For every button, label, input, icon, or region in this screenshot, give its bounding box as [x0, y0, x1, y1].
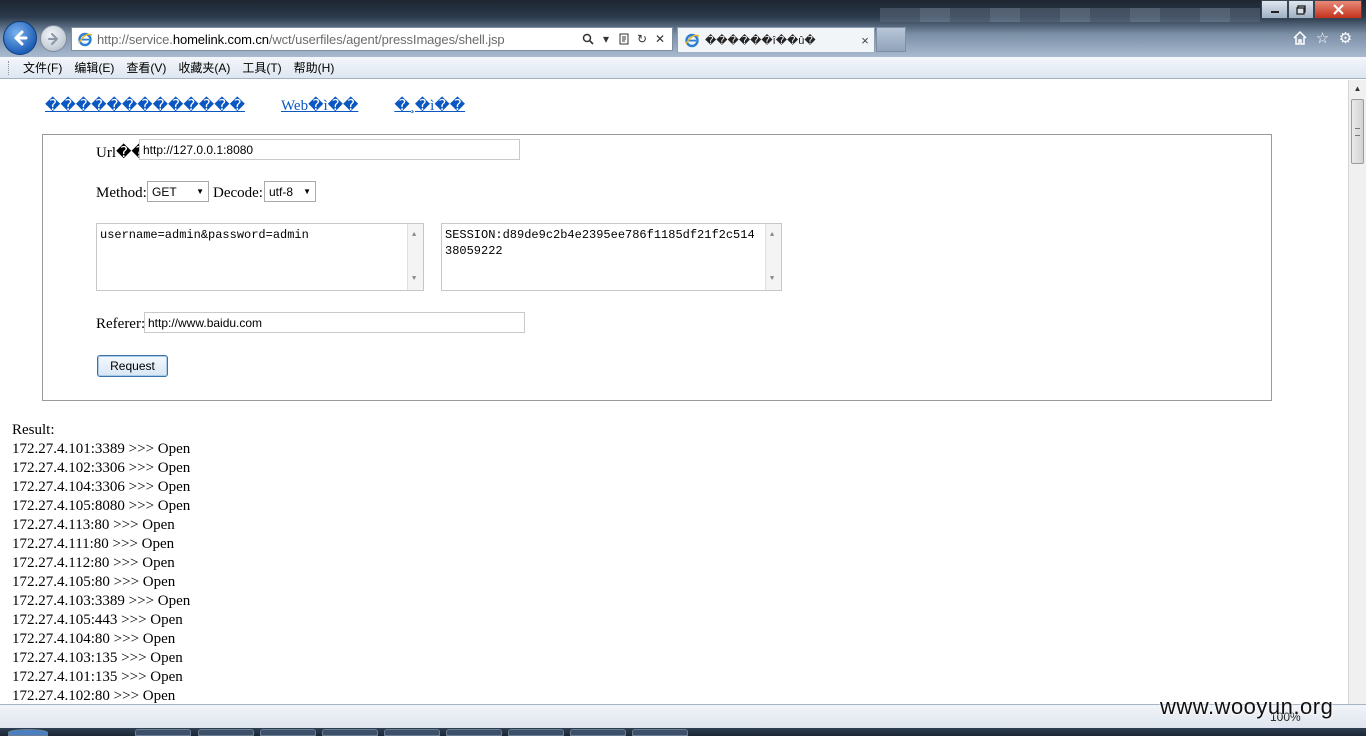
back-arrow-icon [14, 30, 28, 46]
link-1[interactable]: ������������� [45, 96, 245, 115]
decode-value: utf-8 [269, 184, 294, 199]
restore-icon [1296, 4, 1306, 15]
home-icon[interactable] [1291, 29, 1308, 46]
menu-help[interactable]: 帮助(H) [288, 59, 341, 76]
post-data-textarea[interactable]: username=admin&password=admin ▲ ▼ [96, 223, 424, 291]
page-viewport: ������������� Web�ì�� �¸�ì�� Url�� http:… [0, 80, 1348, 704]
request-form: Url�� http://127.0.0.1:8080 Method: GET … [42, 134, 1272, 401]
url-host: homelink.com.cn [172, 31, 269, 47]
dropdown-arrow-icon[interactable]: ▾ [600, 32, 612, 46]
taskbar [0, 728, 1366, 736]
menu-bar: 文件(F) 编辑(E) 查看(V) 收藏夹(A) 工具(T) 帮助(H) [0, 57, 1366, 79]
result-line: 172.27.4.112:80 >>> Open [12, 555, 175, 571]
chevron-down-icon: ▼ [303, 187, 311, 196]
ie-logo-icon [78, 32, 93, 47]
address-url[interactable]: http://service.homelink.com.cn/wct/userf… [97, 32, 582, 47]
tab-ie-logo-icon [685, 33, 700, 48]
referer-input[interactable]: http://www.baidu.com [144, 312, 525, 333]
forward-button[interactable] [40, 25, 67, 52]
watermark: www.wooyun.org [1160, 694, 1334, 719]
close-window-button[interactable] [1314, 0, 1362, 19]
decode-select[interactable]: utf-8 ▼ [264, 181, 316, 202]
method-value: GET [152, 184, 177, 199]
close-icon [1332, 4, 1344, 15]
menu-grip [8, 60, 11, 75]
result-line: 172.27.4.103:135 >>> Open [12, 650, 183, 666]
result-line: 172.27.4.111:80 >>> Open [12, 536, 175, 552]
result-line: 172.27.4.102:80 >>> Open [12, 688, 176, 704]
result-panel: Result: 172.27.4.101:3389 >>> Open 172.2… [12, 421, 190, 704]
menu-view[interactable]: 查看(V) [120, 59, 172, 76]
taskbar-item[interactable] [446, 729, 502, 736]
browser-chrome: http://service.homelink.com.cn/wct/userf… [0, 0, 1366, 57]
textarea-scrollbar[interactable]: ▲ ▼ [765, 224, 781, 290]
taskbar-item[interactable] [198, 729, 254, 736]
menu-file[interactable]: 文件(F) [17, 59, 68, 76]
request-button[interactable]: Request [97, 355, 168, 377]
taskbar-item[interactable] [260, 729, 316, 736]
page-scrollbar[interactable]: ▲ [1348, 80, 1366, 704]
tab-current[interactable]: ������î��û� × [677, 27, 875, 52]
minimize-button[interactable] [1261, 0, 1288, 19]
url-input[interactable]: http://127.0.0.1:8080 [139, 139, 520, 160]
post-data-text: username=admin&password=admin [100, 228, 309, 242]
top-links: ������������� Web�ì�� �¸�ì�� [45, 96, 501, 115]
result-line: 172.27.4.105:80 >>> Open [12, 574, 176, 590]
restore-button[interactable] [1288, 0, 1314, 19]
back-button[interactable] [3, 21, 37, 55]
gear-icon[interactable]: ⚙ [1337, 29, 1354, 47]
refresh-icon[interactable]: ↻ [636, 32, 648, 46]
method-label: Method: [96, 185, 147, 201]
url-prefix: http://service. [97, 31, 173, 47]
taskbar-item[interactable] [384, 729, 440, 736]
menu-favorites[interactable]: 收藏夹(A) [172, 59, 236, 76]
result-line: 172.27.4.105:443 >>> Open [12, 612, 183, 628]
result-label: Result: [12, 422, 55, 438]
method-select[interactable]: GET ▼ [147, 181, 209, 202]
url-path: /wct/userfiles/agent/pressImages/shell.j… [268, 31, 505, 47]
result-line: 172.27.4.103:3389 >>> Open [12, 593, 191, 609]
result-line: 172.27.4.102:3306 >>> Open [12, 460, 191, 476]
tab-title: ������î��û� [705, 34, 816, 47]
search-icon[interactable] [582, 32, 594, 46]
new-tab-button[interactable] [876, 27, 906, 52]
address-bar[interactable]: http://service.homelink.com.cn/wct/userf… [71, 27, 673, 51]
link-2[interactable]: Web�ì�� [281, 96, 358, 115]
result-line: 172.27.4.104:80 >>> Open [12, 631, 176, 647]
result-line: 172.27.4.104:3306 >>> Open [12, 479, 191, 495]
cookie-text: SESSION:d89de9c2b4e2395ee786f1185df21f2c… [445, 228, 755, 258]
scroll-up-icon[interactable]: ▲ [1349, 80, 1366, 97]
taskbar-item[interactable] [322, 729, 378, 736]
link-3[interactable]: �¸�ì�� [394, 96, 465, 115]
taskbar-item[interactable] [570, 729, 626, 736]
result-line: 172.27.4.105:8080 >>> Open [12, 498, 191, 514]
stop-icon[interactable]: ✕ [654, 32, 666, 46]
blurred-background [880, 8, 1260, 22]
compatibility-view-icon[interactable] [618, 32, 630, 46]
menu-edit[interactable]: 编辑(E) [68, 59, 120, 76]
cookie-textarea[interactable]: SESSION:d89de9c2b4e2395ee786f1185df21f2c… [441, 223, 782, 291]
chevron-down-icon: ▼ [196, 187, 204, 196]
taskbar-item[interactable] [632, 729, 688, 736]
favorites-star-icon[interactable]: ☆ [1314, 29, 1331, 47]
start-button[interactable] [8, 729, 48, 736]
result-line: 172.27.4.113:80 >>> Open [12, 517, 175, 533]
menu-tools[interactable]: 工具(T) [236, 59, 287, 76]
taskbar-item[interactable] [508, 729, 564, 736]
minimize-icon [1270, 10, 1279, 13]
taskbar-item[interactable] [135, 729, 191, 736]
result-line: 172.27.4.101:135 >>> Open [12, 669, 183, 685]
result-line: 172.27.4.101:3389 >>> Open [12, 441, 191, 457]
decode-label: Decode: [213, 185, 263, 201]
textarea-scrollbar[interactable]: ▲ ▼ [407, 224, 423, 290]
close-tab-icon[interactable]: × [856, 33, 874, 48]
forward-arrow-icon [47, 32, 58, 45]
scroll-thumb[interactable] [1351, 99, 1364, 164]
referer-label: Referer: [96, 316, 146, 332]
